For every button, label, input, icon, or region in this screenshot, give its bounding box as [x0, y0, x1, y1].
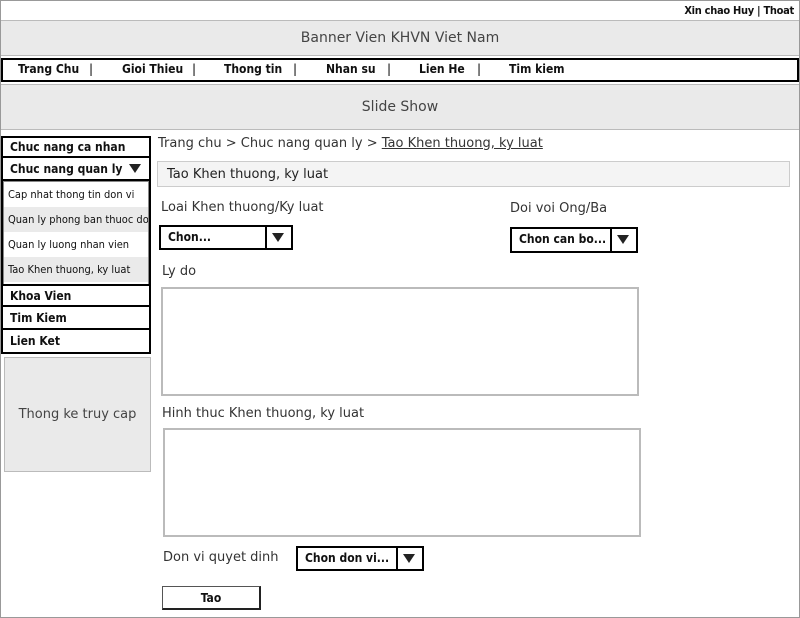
page-title: Tao Khen thuong, ky luat	[157, 161, 790, 187]
nav-item-search[interactable]: Tim kiem	[509, 62, 565, 76]
sidebar-item-label: Khoa Vien	[10, 288, 72, 303]
sidebar-item-label: Lien Ket	[10, 334, 60, 348]
type-label: Loai Khen thuong/Ky luat	[161, 200, 324, 215]
target-select[interactable]: Chon can bo...	[510, 227, 638, 253]
visit-stats-text: Thong ke truy cap	[18, 407, 137, 422]
nav-item-staff[interactable]: Nhan su	[326, 62, 376, 76]
logout-link[interactable]: Thoat	[763, 4, 794, 17]
target-select-button[interactable]	[610, 229, 636, 251]
sidebar-item-faculty[interactable]: Khoa Vien	[1, 284, 151, 307]
chevron-down-icon	[403, 554, 415, 563]
sidebar-item-links[interactable]: Lien Ket	[1, 330, 151, 354]
sidebar-item-label: Chuc nang quan ly	[10, 161, 123, 176]
type-select-button[interactable]	[265, 227, 291, 248]
banner: Banner Vien KHVN Viet Nam	[1, 20, 799, 56]
submenu-item-update-unit[interactable]: Cap nhat thong tin don vi	[4, 182, 148, 207]
unit-select[interactable]: Chon don vi...	[296, 546, 424, 571]
chevron-down-icon	[617, 235, 629, 244]
reason-textarea[interactable]	[161, 287, 639, 396]
nav-item-contact[interactable]: Lien He	[419, 62, 465, 76]
banner-text: Banner Vien KHVN Viet Nam	[300, 30, 500, 46]
nav-separator: |	[293, 62, 298, 76]
breadcrumb-home[interactable]: Trang chu	[158, 136, 222, 151]
nav-separator: |	[192, 62, 197, 76]
visit-stats: Thong ke truy cap	[4, 357, 151, 472]
method-label: Hinh thuc Khen thuong, ky luat	[162, 406, 365, 421]
unit-select-value: Chon don vi...	[305, 551, 390, 565]
unit-label: Don vi quyet dinh	[163, 550, 279, 565]
greeting-text: Xin chao Huy	[684, 4, 754, 17]
chevron-down-icon	[129, 164, 141, 173]
target-label: Doi voi Ong/Ba	[510, 201, 608, 216]
user-greeting-bar: Xin chao Huy | Thoat	[684, 4, 794, 17]
nav-item-info[interactable]: Thong tin	[224, 62, 282, 76]
nav-separator: |	[387, 62, 392, 76]
submenu-item-reward-discipline[interactable]: Tao Khen thuong, ky luat	[4, 257, 148, 282]
create-button-label: Tao	[200, 590, 222, 605]
page-title-text: Tao Khen thuong, ky luat	[167, 166, 329, 182]
breadcrumb-current[interactable]: Tao Khen thuong, ky luat	[382, 136, 543, 151]
method-textarea[interactable]	[163, 428, 641, 537]
chevron-down-icon	[272, 233, 284, 242]
sidebar-item-search[interactable]: Tim Kiem	[1, 307, 151, 330]
create-button[interactable]: Tao	[162, 586, 261, 610]
submenu-item-salary[interactable]: Quan ly luong nhan vien	[4, 232, 148, 257]
nav-item-about[interactable]: Gioi Thieu	[122, 62, 183, 76]
management-submenu: Cap nhat thong tin don vi Quan ly phong …	[3, 181, 149, 285]
nav-separator: |	[477, 62, 482, 76]
breadcrumb-separator: >	[221, 136, 241, 151]
slideshow: Slide Show	[1, 84, 799, 130]
target-select-value: Chon can bo...	[519, 232, 607, 246]
type-select[interactable]: Chon...	[159, 225, 293, 250]
nav-separator: |	[89, 62, 94, 76]
breadcrumb-separator: >	[362, 136, 382, 151]
nav-item-home[interactable]: Trang Chu	[18, 62, 79, 76]
sidebar-item-management[interactable]: Chuc nang quan ly	[1, 158, 151, 181]
breadcrumb: Trang chu > Chuc nang quan ly > Tao Khen…	[158, 136, 543, 151]
submenu-item-departments[interactable]: Quan ly phong ban thuoc don vi	[4, 207, 148, 232]
unit-select-button[interactable]	[396, 548, 422, 569]
type-select-value: Chon...	[168, 230, 212, 244]
slideshow-text: Slide Show	[361, 99, 439, 115]
sidebar-item-label: Chuc nang ca nhan	[10, 140, 126, 154]
main-nav: Trang Chu | Gioi Thieu | Thong tin | Nha…	[1, 58, 799, 82]
sidebar-item-label: Tim Kiem	[10, 310, 67, 325]
reason-label: Ly do	[162, 264, 197, 279]
sidebar-item-personal[interactable]: Chuc nang ca nhan	[1, 136, 151, 158]
breadcrumb-management[interactable]: Chuc nang quan ly	[241, 136, 363, 151]
